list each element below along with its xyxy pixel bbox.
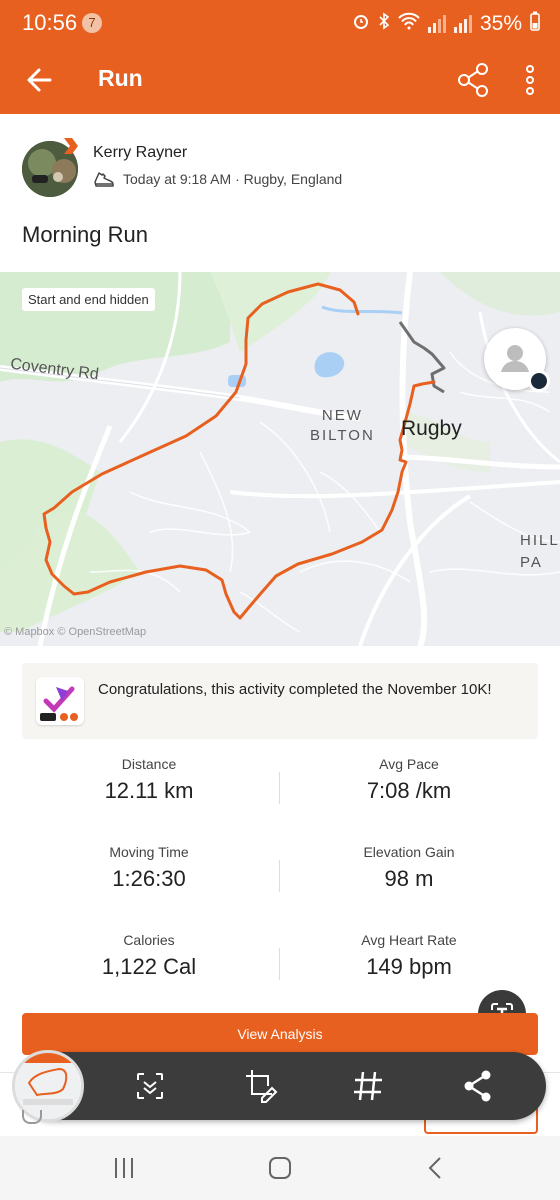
recent-apps-icon <box>115 1158 133 1178</box>
back-button[interactable] <box>22 62 58 98</box>
stat-label: Calories <box>123 932 175 948</box>
crop-edit-icon <box>246 1070 278 1103</box>
battery-level: 35% <box>479 12 522 35</box>
stat-distance: Distance 12.11 km <box>24 756 274 804</box>
map-attribution[interactable]: © Mapbox © OpenStreetMap <box>4 626 146 638</box>
view-analysis-button[interactable]: View Analysis <box>22 1013 538 1055</box>
stat-avg-heart-rate: Avg Heart Rate 149 bpm <box>284 932 534 980</box>
stats-row: Distance 12.11 km Avg Pace 7:08 /km <box>0 744 560 832</box>
activity-meta-text: Today at 9:18 AM · Rugby, England <box>123 171 343 187</box>
system-nav-bar <box>0 1136 560 1200</box>
stat-value: 1,122 Cal <box>101 954 197 979</box>
home-icon <box>269 1157 291 1179</box>
divider <box>279 772 280 804</box>
activity-title: Morning Run <box>22 222 148 247</box>
stat-elevation-gain: Elevation Gain 98 m <box>284 844 534 892</box>
stat-value: 7:08 /km <box>366 778 452 803</box>
hashtag-icon <box>354 1071 382 1101</box>
stats-grid: Distance 12.11 km Avg Pace 7:08 /km Movi… <box>0 744 560 1008</box>
toolbar-share-button[interactable] <box>458 1066 498 1106</box>
stat-label: Avg Pace <box>379 756 439 772</box>
arrow-left-icon <box>27 68 52 92</box>
status-icons: 35% <box>352 11 540 37</box>
stats-row: Calories 1,122 Cal Avg Heart Rate 149 bp… <box>0 920 560 1008</box>
shoe-icon <box>94 172 114 187</box>
status-bar: 10:56 7 35% <box>0 0 560 46</box>
stat-value: 149 bpm <box>366 954 452 979</box>
map-label-bilton: BILTON <box>310 427 375 444</box>
stat-label: Distance <box>121 756 177 772</box>
edit-icon <box>22 1110 42 1124</box>
stat-avg-pace: Avg Pace 7:08 /km <box>284 756 534 804</box>
subscriber-badge-icon <box>64 138 78 154</box>
challenge-badge-icon <box>36 677 84 725</box>
stat-label: Moving Time <box>109 844 189 860</box>
stat-calories: Calories 1,122 Cal <box>24 932 274 980</box>
scan-text-button[interactable] <box>130 1066 170 1106</box>
alarm-icon <box>352 12 370 36</box>
scan-text-icon <box>137 1073 163 1099</box>
status-time: 10:56 <box>22 10 78 35</box>
battery-icon <box>530 11 540 37</box>
athlete-name[interactable]: Kerry Rayner <box>93 144 187 162</box>
signal-icon-2 <box>453 15 472 33</box>
wifi-icon <box>398 12 420 36</box>
signal-icon <box>427 15 446 33</box>
map-label-hill-1: HILL <box>520 532 560 549</box>
recent-apps-button[interactable] <box>104 1152 144 1184</box>
page-title: Run <box>98 65 143 91</box>
map-label-new-bilton: NEW BILTON <box>310 406 375 446</box>
map-label-hill-2: PA <box>520 554 543 571</box>
stat-value: 98 m <box>384 866 434 891</box>
map-avatar-badge <box>528 370 550 392</box>
map-label-hill: HILL PA <box>520 530 560 574</box>
challenge-text: Congratulations, this activity completed… <box>98 681 492 698</box>
stat-label: Elevation Gain <box>363 844 455 860</box>
stat-label: Avg Heart Rate <box>361 932 457 948</box>
route-map[interactable]: Start and end hidden Coventry Rd NEW BILT… <box>0 272 560 646</box>
screenshot-toolbar <box>18 1052 546 1120</box>
share-icon <box>458 63 488 97</box>
map-label-new: NEW <box>321 407 363 424</box>
nav-back-button[interactable] <box>416 1152 456 1184</box>
share-button[interactable] <box>454 60 494 100</box>
stat-value: 1:26:30 <box>112 866 186 891</box>
map-label-rugby: Rugby <box>401 417 462 440</box>
app-bar: Run <box>0 46 560 114</box>
more-vertical-icon <box>526 65 534 95</box>
map-canvas <box>0 272 560 646</box>
more-options-button[interactable] <box>516 60 544 100</box>
start-end-hidden-chip: Start and end hidden <box>22 288 155 311</box>
stat-value: 12.11 km <box>104 778 194 803</box>
notification-count-badge: 7 <box>82 13 102 33</box>
stats-row: Moving Time 1:26:30 Elevation Gain 98 m <box>0 832 560 920</box>
activity-meta: Today at 9:18 AM · Rugby, England <box>93 170 342 188</box>
bluetooth-icon <box>378 12 390 36</box>
chevron-left-icon <box>428 1157 441 1179</box>
divider <box>279 860 280 892</box>
hashtag-button[interactable] <box>348 1066 388 1106</box>
divider <box>279 948 280 980</box>
challenge-banner[interactable]: Congratulations, this activity completed… <box>22 663 538 739</box>
home-button[interactable] <box>260 1152 300 1184</box>
crop-edit-button[interactable] <box>240 1066 280 1106</box>
stat-moving-time: Moving Time 1:26:30 <box>24 844 274 892</box>
share-icon <box>464 1070 491 1102</box>
